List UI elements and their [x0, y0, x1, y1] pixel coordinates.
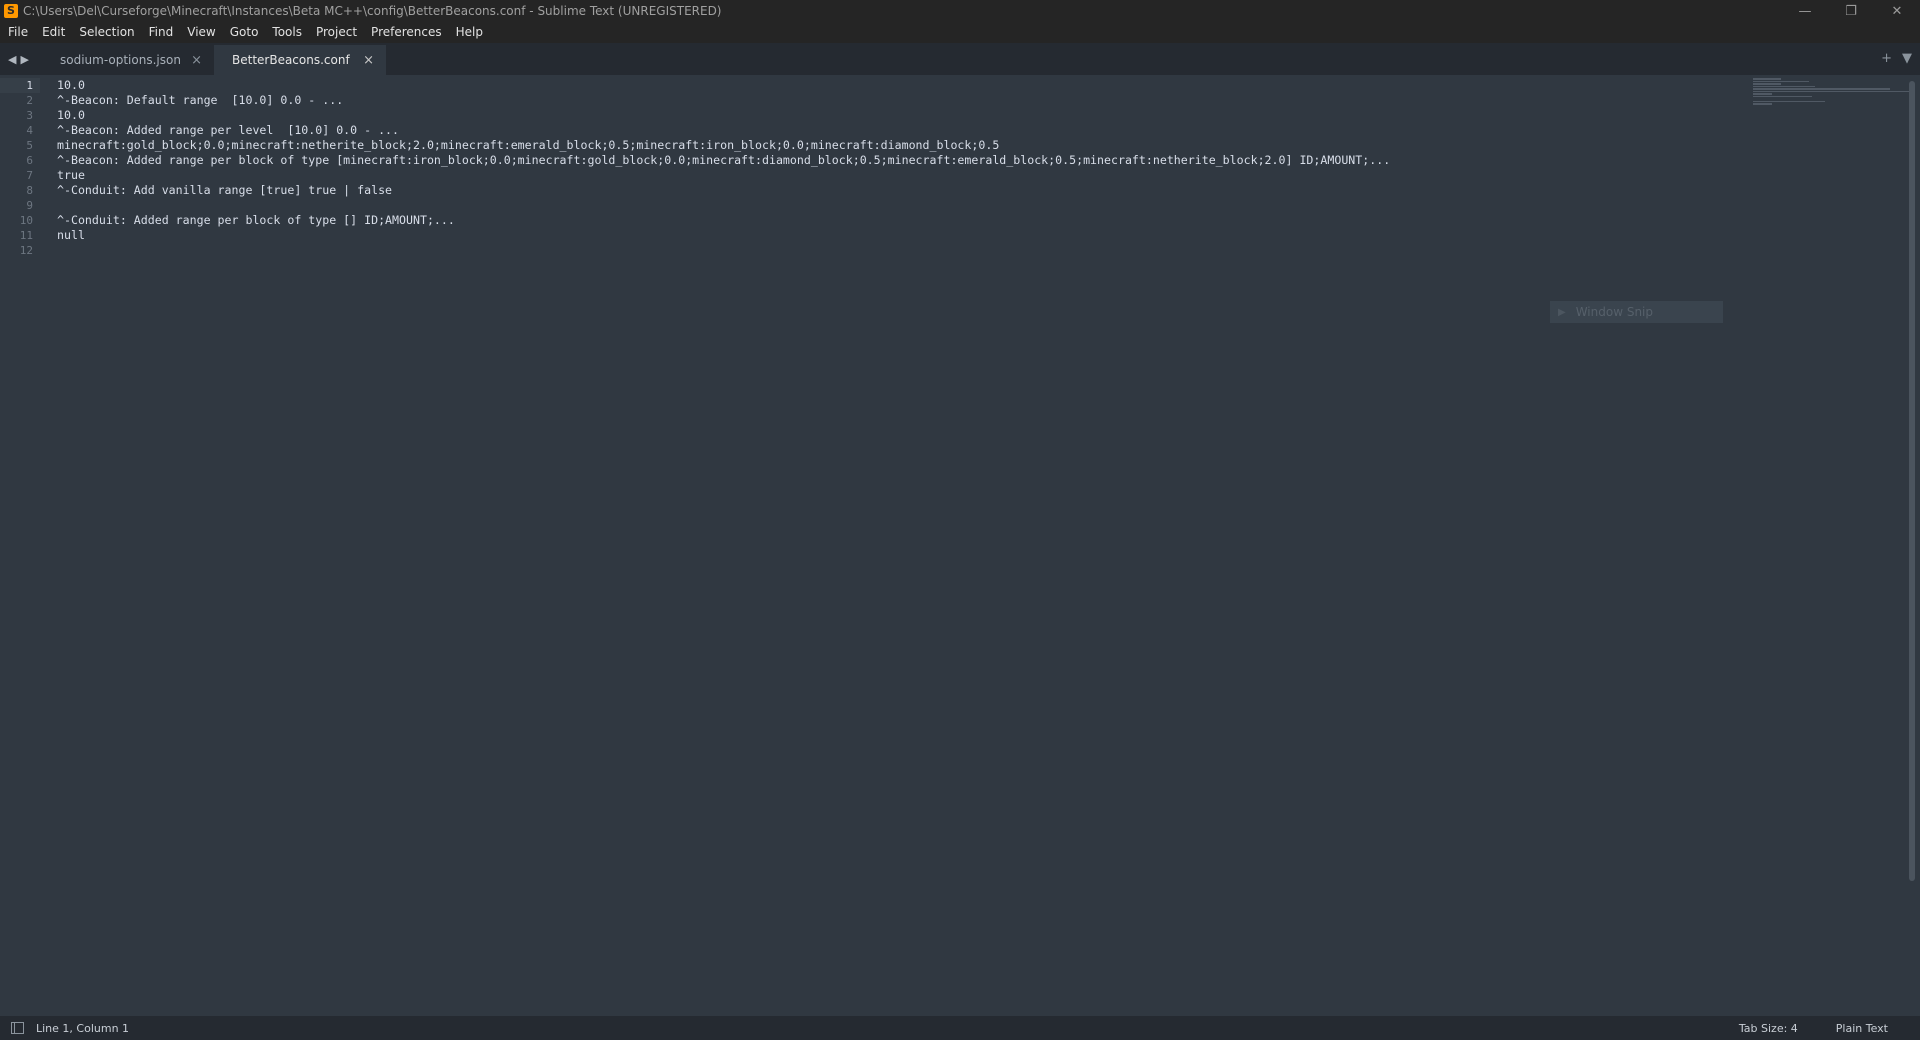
code-line[interactable]: [57, 198, 1750, 213]
window-snip-overlay[interactable]: ▶ Window Snip: [1550, 301, 1723, 323]
minimap-line: [1753, 95, 1813, 97]
code-line[interactable]: ^-Conduit: Add vanilla range [true] true…: [57, 183, 1750, 198]
line-number: 11: [19, 229, 33, 242]
menu-edit[interactable]: Edit: [35, 22, 72, 43]
window-snip-label: Window Snip: [1575, 305, 1654, 319]
menu-help[interactable]: Help: [449, 22, 490, 43]
restore-button[interactable]: ❐: [1828, 0, 1874, 22]
cursor-position: Line 1, Column 1: [36, 1021, 130, 1035]
menu-preferences[interactable]: Preferences: [364, 22, 449, 43]
tab-navigation: ◀ ▶: [0, 43, 42, 75]
line-number-gutter: 1 2 3 4 5 6 7 8 9 10 11 12: [0, 78, 40, 258]
status-bar: Line 1, Column 1 Tab Size: 4 Plain Text: [0, 1016, 1920, 1040]
vertical-scrollbar[interactable]: [1909, 81, 1915, 881]
minimap-line: [1753, 93, 1772, 95]
tab-label: BetterBeacons.conf: [232, 53, 350, 67]
code-line[interactable]: 10.0: [57, 78, 1750, 93]
line-number: 6: [26, 154, 33, 167]
new-tab-icon[interactable]: +: [1881, 51, 1892, 66]
minimap-line: [1753, 88, 1891, 90]
close-window-button[interactable]: ✕: [1874, 0, 1920, 22]
minimap-line: [1753, 85, 1816, 87]
code-line[interactable]: minecraft:gold_block;0.0;minecraft:nethe…: [57, 138, 1750, 153]
menu-goto[interactable]: Goto: [223, 22, 266, 43]
line-number: 1: [0, 78, 40, 93]
close-tab-icon[interactable]: ×: [191, 53, 202, 68]
minimap-line: [1753, 100, 1825, 102]
tab-bar: ◀ ▶ sodium-options.json × BetterBeacons.…: [0, 43, 1920, 75]
menu-tools[interactable]: Tools: [265, 22, 309, 43]
code-line[interactable]: ^-Beacon: Added range per block of type …: [57, 153, 1750, 168]
line-number: 7: [26, 169, 33, 182]
minimize-button[interactable]: —: [1782, 0, 1828, 22]
tab-betterbeacons[interactable]: BetterBeacons.conf ×: [214, 45, 386, 75]
minimap-line: [1753, 90, 1909, 92]
minimap-line: [1753, 78, 1782, 80]
line-number: 10: [19, 214, 33, 227]
minimap-line: [1753, 83, 1782, 85]
code-line[interactable]: ^-Beacon: Added range per level [10.0] 0…: [57, 123, 1750, 138]
tab-label: sodium-options.json: [60, 53, 181, 67]
next-tab-icon[interactable]: ▶: [20, 53, 28, 66]
window-controls: — ❐ ✕: [1782, 0, 1920, 22]
tab-list-dropdown-icon[interactable]: ▼: [1902, 51, 1912, 66]
title-bar: S C:\Users\Del\Curseforge\Minecraft\Inst…: [0, 0, 1920, 22]
previous-tab-icon[interactable]: ◀: [8, 53, 16, 66]
menu-view[interactable]: View: [180, 22, 222, 43]
tab-sodium-options[interactable]: sodium-options.json ×: [42, 45, 214, 75]
window-title: C:\Users\Del\Curseforge\Minecraft\Instan…: [23, 4, 722, 18]
line-number: 2: [26, 94, 33, 107]
menu-project[interactable]: Project: [309, 22, 364, 43]
line-number: 8: [26, 184, 33, 197]
line-number: 12: [19, 244, 33, 257]
tab-tools: + ▼: [1881, 51, 1912, 66]
menu-bar: File Edit Selection Find View Goto Tools…: [0, 22, 1920, 43]
code-line[interactable]: [57, 243, 1750, 258]
tab-size-selector[interactable]: Tab Size: 4: [1739, 1022, 1798, 1035]
code-line[interactable]: 10.0: [57, 108, 1750, 123]
minimap-line: [1753, 80, 1810, 82]
code-text[interactable]: 10.0 ^-Beacon: Default range [10.0] 0.0 …: [57, 78, 1750, 258]
play-icon: ▶: [1558, 306, 1566, 318]
line-number: 3: [26, 109, 33, 122]
code-line[interactable]: ^-Conduit: Added range per block of type…: [57, 213, 1750, 228]
panel-toggle-icon[interactable]: [11, 1022, 24, 1034]
line-number: 9: [26, 199, 33, 212]
code-line[interactable]: ^-Beacon: Default range [10.0] 0.0 - ...: [57, 93, 1750, 108]
syntax-selector[interactable]: Plain Text: [1836, 1022, 1888, 1035]
code-line[interactable]: true: [57, 168, 1750, 183]
line-number: 4: [26, 124, 33, 137]
menu-find[interactable]: Find: [142, 22, 181, 43]
code-line[interactable]: null: [57, 228, 1750, 243]
minimap-line: [1753, 103, 1772, 105]
close-tab-icon[interactable]: ×: [363, 53, 374, 68]
sublime-text-icon: S: [4, 4, 18, 18]
line-number: 5: [26, 139, 33, 152]
status-right: Tab Size: 4 Plain Text: [1739, 1016, 1920, 1040]
menu-selection[interactable]: Selection: [72, 22, 141, 43]
minimap[interactable]: [1753, 78, 1909, 118]
editor-area[interactable]: 1 2 3 4 5 6 7 8 9 10 11 12 10.0 ^-Beacon…: [0, 75, 1920, 1016]
menu-file[interactable]: File: [0, 22, 35, 43]
